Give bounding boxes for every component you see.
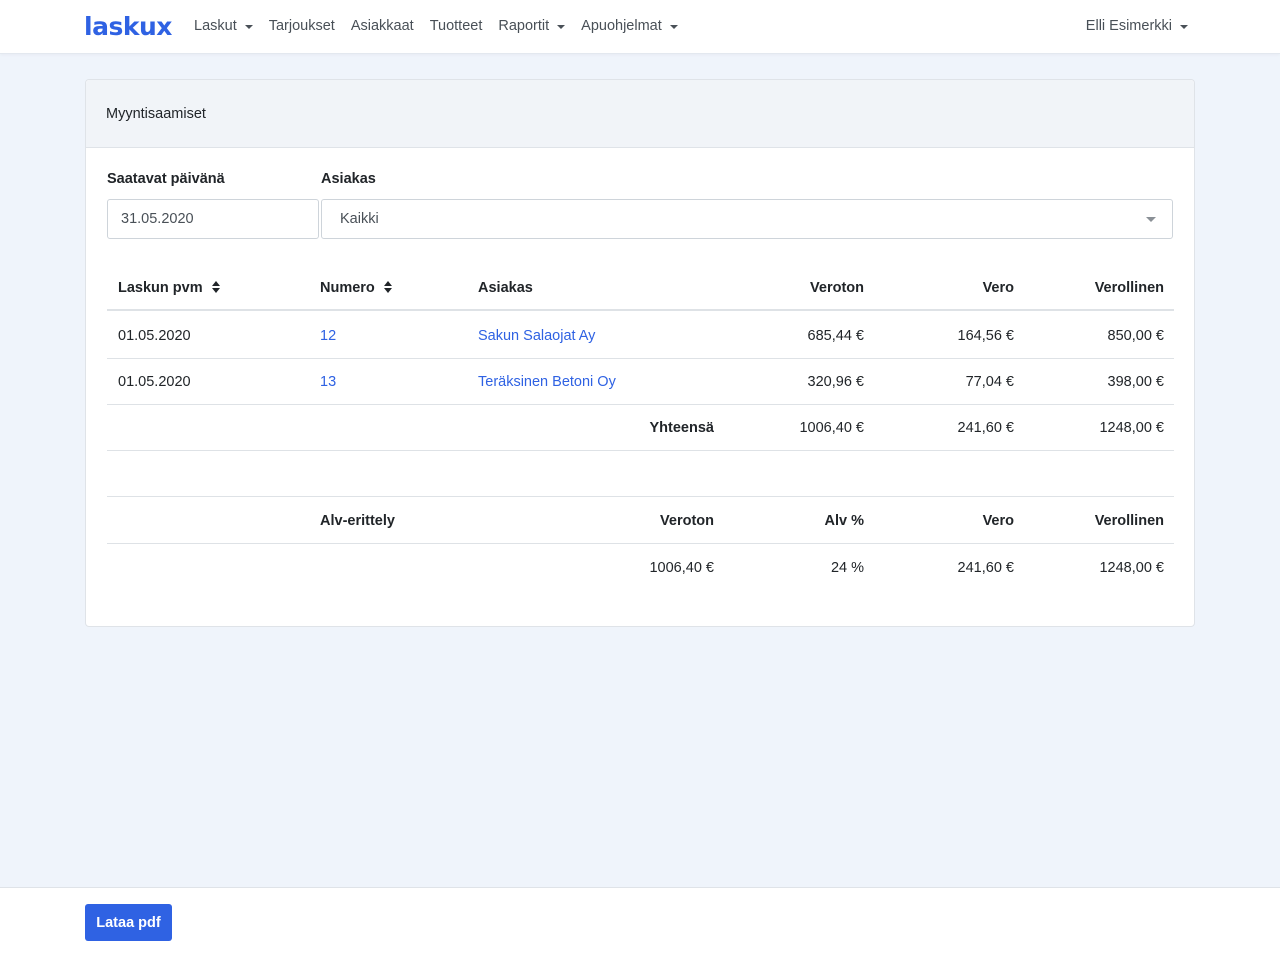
nav-item-label: Apuohjelmat (581, 18, 662, 34)
net-amount: 685,44 € (807, 328, 864, 344)
spacer-row (107, 451, 1174, 497)
customer-select[interactable]: Kaikki (321, 199, 1173, 239)
vat-rate-header: Alv % (824, 513, 865, 529)
date-label: Saatavat päivänä (107, 171, 225, 187)
tax-header: Vero (982, 280, 1014, 296)
brand-logo[interactable]: laskux (84, 12, 172, 41)
vat-net: 1006,40 € (649, 560, 714, 576)
invoice-number-link[interactable]: 13 (320, 359, 336, 405)
caret-down-icon (1146, 217, 1156, 222)
gross-amount: 850,00 € (1107, 328, 1164, 344)
nav-item-raportit[interactable]: Raportit (498, 18, 566, 34)
tax-amount: 164,56 € (957, 328, 1014, 344)
invoice-date: 01.05.2020 (118, 328, 191, 344)
nav-item-tarjoukset[interactable]: Tarjoukset (269, 18, 335, 34)
nav-item-label: Asiakkaat (350, 18, 414, 34)
vat-tax-header: Vero (982, 513, 1014, 529)
caret-down-icon (669, 24, 678, 29)
nav-item-apuohjelmat[interactable]: Apuohjelmat (581, 18, 678, 34)
invoice-number-link[interactable]: 12 (320, 313, 336, 359)
table-row: 01.05.2020 12 Sakun Salaojat Ay 685,44 €… (107, 313, 1174, 359)
caret-down-icon (1180, 24, 1188, 29)
total-gross: 1248,00 € (1099, 420, 1164, 436)
nav-item-label: Tuotteet (429, 18, 483, 34)
receivables-card: Myyntisaamiset Saatavat päivänä Asiakas … (85, 79, 1195, 627)
total-row: Yhteensä 1006,40 € 241,60 € 1248,00 € (107, 405, 1174, 451)
user-menu[interactable]: Elli Esimerkki (1086, 18, 1188, 34)
nav-item-label: Tarjoukset (268, 18, 335, 34)
vat-gross-header: Verollinen (1094, 513, 1164, 529)
header-label: Numero (320, 280, 375, 296)
vat-net-header: Veroton (660, 513, 714, 529)
vat-header-row: Alv-erittely Veroton Alv % Vero Verollin… (107, 498, 1174, 544)
sort-number-header[interactable]: Numero (320, 265, 393, 311)
customer-select-value: Kaikki (340, 211, 379, 227)
header-label: Laskun pvm (118, 280, 203, 296)
user-name: Elli Esimerkki (1085, 18, 1172, 34)
customer-header: Asiakas (478, 280, 533, 296)
sort-icon (383, 281, 393, 293)
net-header: Veroton (810, 280, 864, 296)
total-tax: 241,60 € (957, 420, 1014, 436)
nav-item-label: Laskut (194, 18, 237, 34)
nav-item-asiakkaat[interactable]: Asiakkaat (351, 18, 414, 34)
nav-item-laskut[interactable]: Laskut (194, 18, 253, 34)
net-amount: 320,96 € (807, 374, 864, 390)
card-title: Myyntisaamiset (86, 80, 1194, 148)
customer-label: Asiakas (321, 171, 376, 187)
vat-rate: 24 % (830, 560, 864, 576)
total-label: Yhteensä (649, 420, 714, 436)
main-nav: Laskut Tarjoukset Asiakkaat Tuotteet Rap… (194, 18, 694, 34)
nav-item-label: Raportit (498, 18, 550, 34)
customer-link[interactable]: Teräksinen Betoni Oy (478, 359, 616, 405)
vat-title: Alv-erittely (320, 513, 395, 529)
vat-row: 1006,40 € 24 % 241,60 € 1248,00 € (107, 545, 1174, 591)
nav-item-tuotteet[interactable]: Tuotteet (430, 18, 483, 34)
table-header-row: Laskun pvm Numero Asiakas Veroton Vero V… (107, 265, 1174, 311)
download-pdf-button[interactable]: Lataa pdf (85, 904, 172, 941)
customer-link[interactable]: Sakun Salaojat Ay (478, 313, 595, 359)
footer-bar: Lataa pdf (0, 887, 1280, 955)
tax-amount: 77,04 € (965, 374, 1014, 390)
date-input[interactable]: 31.05.2020 (107, 199, 319, 239)
sort-icon (211, 281, 221, 293)
gross-header: Verollinen (1094, 280, 1164, 296)
gross-amount: 398,00 € (1107, 374, 1164, 390)
sort-date-header[interactable]: Laskun pvm (118, 265, 221, 311)
invoice-date: 01.05.2020 (118, 374, 191, 390)
caret-down-icon (557, 24, 566, 29)
vat-gross: 1248,00 € (1099, 560, 1164, 576)
caret-down-icon (244, 24, 253, 29)
total-net: 1006,40 € (799, 420, 864, 436)
table-row: 01.05.2020 13 Teräksinen Betoni Oy 320,9… (107, 359, 1174, 405)
vat-tax: 241,60 € (957, 560, 1014, 576)
top-navbar: laskux Laskut Tarjoukset Asiakkaat Tuott… (0, 0, 1280, 54)
